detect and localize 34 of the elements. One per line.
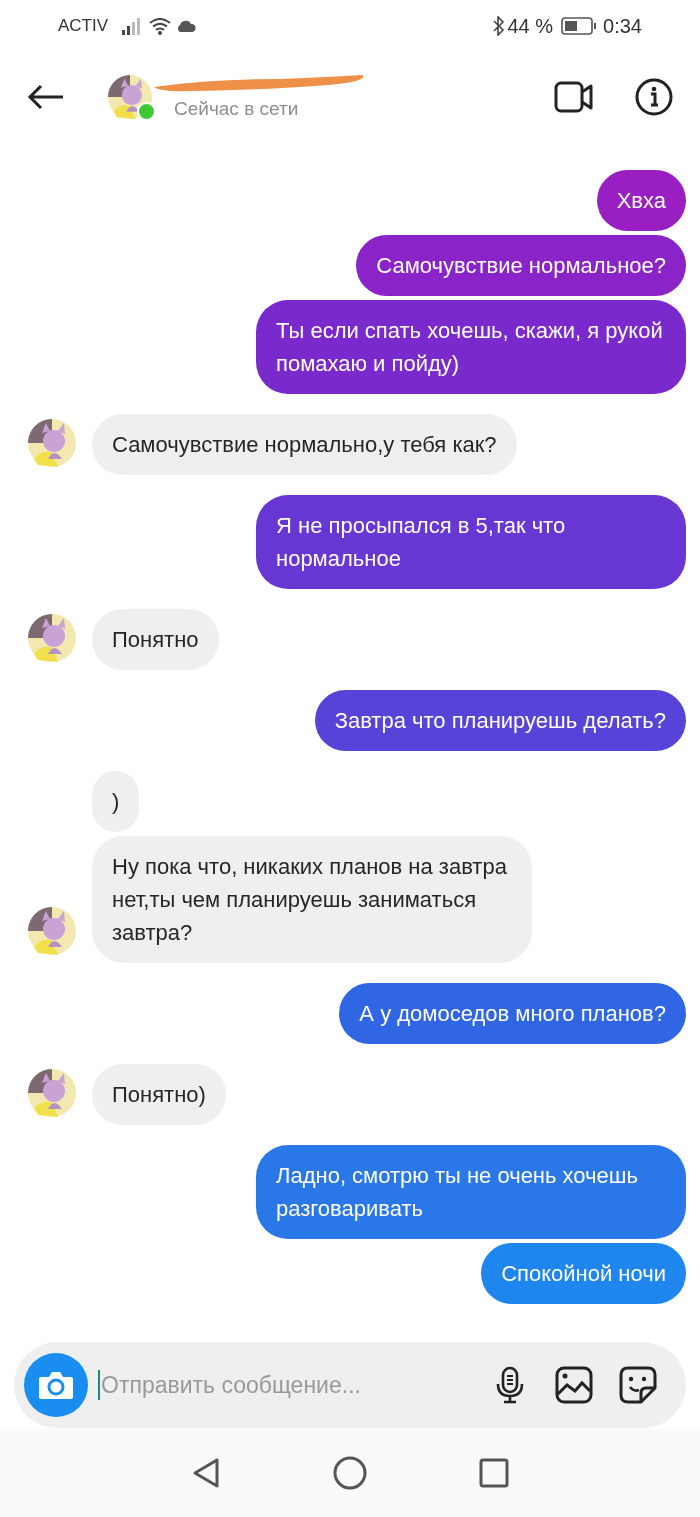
- received-message: Понятно): [92, 1064, 226, 1125]
- sent-message: Самочувствие нормальное?: [356, 235, 686, 296]
- sent-message: Ладно, смотрю ты не очень хочешь разговаривать: [256, 1145, 686, 1239]
- received-message: Ну пока что, никаких планов на завтра нет,ты чем планируешь заниматься завтра?: [92, 836, 532, 963]
- cloud-icon: [176, 20, 197, 32]
- sent-message: Спокойной ночи: [481, 1243, 686, 1304]
- received-message: ): [92, 771, 140, 832]
- signal-icon: [122, 17, 143, 35]
- battery-icon: [561, 17, 598, 35]
- sent-message: Хвха: [596, 170, 686, 231]
- recents-nav-button[interactable]: [479, 1457, 509, 1488]
- camera-button[interactable]: [24, 1353, 88, 1417]
- battery-percent: 44 %: [507, 14, 554, 39]
- sent-message: Я не просыпался в 5,так что нормальное: [256, 495, 686, 589]
- carrier-label: ACTIV: [58, 15, 109, 38]
- wifi-icon: [148, 17, 173, 35]
- camera-icon: [37, 1369, 75, 1401]
- sent-message: Завтра что планируешь делать?: [314, 690, 686, 751]
- sent-message: А у домоседов много планов?: [339, 983, 686, 1044]
- online-status: Сейчас в сети: [174, 96, 300, 121]
- received-message: Самочувствие нормально,у тебя как?: [92, 414, 517, 475]
- sent-message: Ты если спать хочешь, скажи, я рукой помахаю и пойду): [256, 300, 686, 394]
- sticker-button[interactable]: [618, 1365, 658, 1405]
- back-nav-button[interactable]: [191, 1456, 221, 1489]
- avatar: [28, 614, 76, 662]
- avatar: [28, 907, 76, 955]
- home-nav-button[interactable]: [333, 1455, 367, 1490]
- received-message: Понятно: [92, 609, 219, 670]
- bluetooth-icon: [493, 16, 506, 36]
- clock: 0:34: [603, 14, 642, 39]
- gallery-button[interactable]: [554, 1365, 594, 1405]
- avatar: [28, 419, 76, 467]
- info-button[interactable]: [634, 77, 674, 117]
- avatar: [28, 1069, 76, 1117]
